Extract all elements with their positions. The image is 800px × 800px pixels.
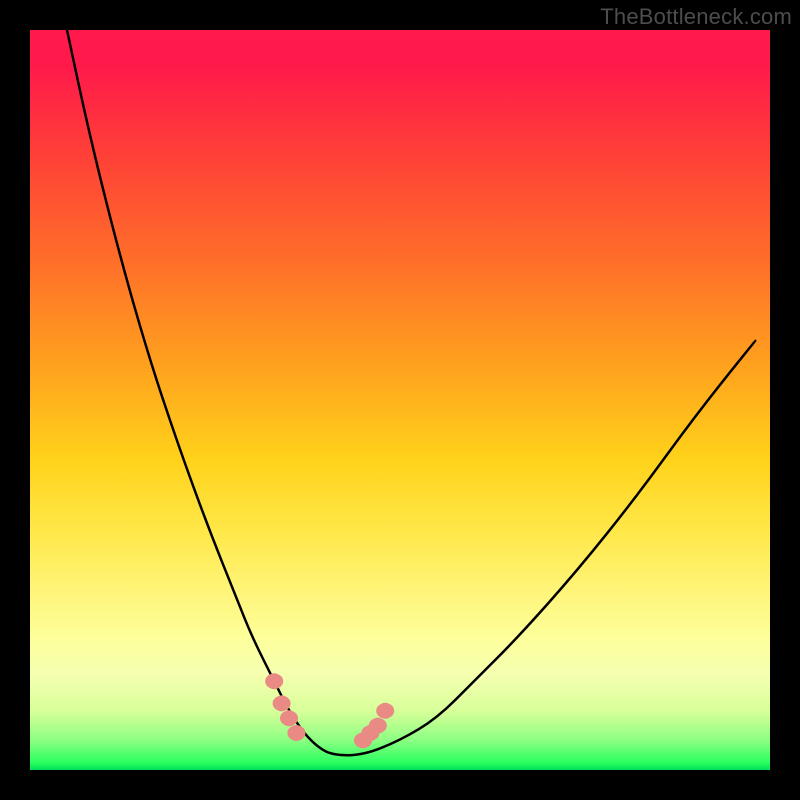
marker-dash — [273, 696, 291, 710]
curve-markers — [265, 673, 394, 748]
bottleneck-curve-svg — [30, 30, 770, 770]
marker-dash — [280, 711, 298, 725]
marker-dash — [376, 704, 394, 718]
marker-dash — [369, 719, 387, 733]
marker-dash — [287, 726, 305, 740]
watermark-text: TheBottleneck.com — [600, 4, 792, 30]
chart-frame: TheBottleneck.com — [0, 0, 800, 800]
bottleneck-curve-path — [67, 30, 755, 755]
plot-area — [30, 30, 770, 770]
marker-dash — [265, 674, 283, 688]
